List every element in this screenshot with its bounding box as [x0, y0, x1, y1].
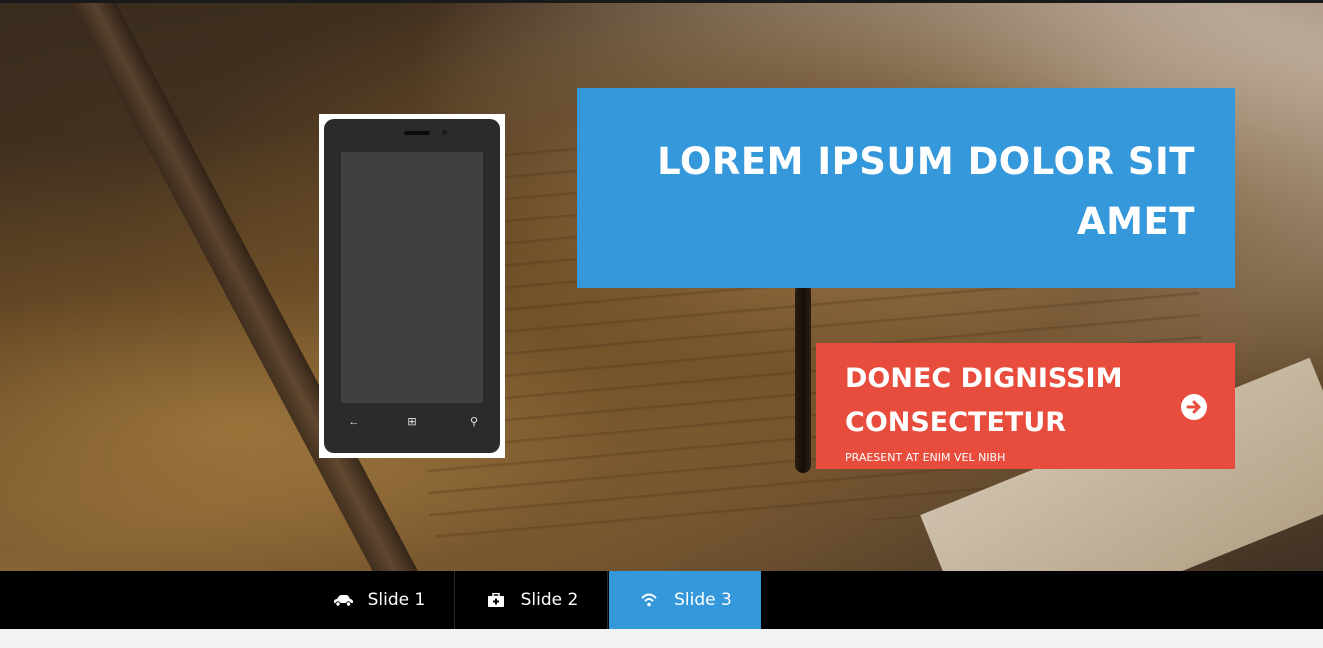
tab-label: Slide 1 — [367, 590, 426, 610]
background-string — [795, 283, 811, 473]
search-icon: ⚲ — [469, 416, 479, 428]
phone-camera — [442, 130, 447, 135]
arrow-circle-right-icon[interactable] — [1181, 394, 1207, 420]
phone-image: ← ⊞ ⚲ — [319, 114, 505, 458]
tab-slide-2[interactable]: Slide 2 — [456, 571, 608, 629]
wifi-icon — [638, 592, 660, 608]
phone-screen — [341, 152, 483, 403]
windows-icon: ⊞ — [407, 416, 417, 428]
car-icon — [332, 592, 354, 608]
tab-label: Slide 2 — [520, 590, 579, 610]
cta-link[interactable]: DONEC DIGNISSIM CONSECTETUR PRAESENT AT … — [816, 343, 1235, 469]
tab-slide-3[interactable]: Slide 3 — [609, 571, 761, 629]
cta-title: DONEC DIGNISSIM CONSECTETUR — [845, 363, 1123, 438]
medkit-icon — [485, 592, 507, 608]
cta-subtitle: PRAESENT AT ENIM VEL NIBH — [845, 451, 1006, 464]
phone-speaker — [404, 131, 430, 135]
slide-nav: Slide 1 Slide 2 Slide 3 — [0, 571, 1323, 629]
slide-title-box: LOREM IPSUM DOLOR SIT AMET — [577, 88, 1235, 288]
tab-slide-1[interactable]: Slide 1 — [303, 571, 455, 629]
phone-body: ← ⊞ ⚲ — [324, 119, 500, 453]
tab-label: Slide 3 — [674, 590, 732, 610]
slide-title: LOREM IPSUM DOLOR SIT AMET — [657, 140, 1195, 243]
back-icon: ← — [348, 416, 360, 428]
